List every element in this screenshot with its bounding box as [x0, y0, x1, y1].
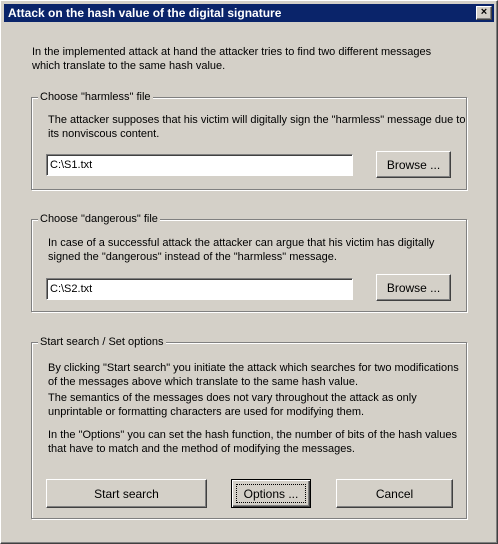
window-title: Attack on the hash value of the digital … — [8, 6, 282, 20]
close-icon: × — [480, 6, 488, 18]
title-bar[interactable]: Attack on the hash value of the digital … — [4, 4, 494, 22]
harmless-browse-label: Browse ... — [386, 157, 441, 172]
search-paragraph-1: By clicking "Start search" you initiate … — [48, 361, 459, 389]
dangerous-browse-label: Browse ... — [386, 280, 441, 295]
harmless-browse-button[interactable]: Browse ... — [376, 151, 451, 178]
options-button[interactable]: Options ... — [231, 479, 311, 508]
search-group-label: Start search / Set options — [38, 335, 166, 349]
cancel-label: Cancel — [375, 486, 414, 501]
search-paragraph-2: The semantics of the messages does not v… — [48, 391, 417, 419]
harmless-group-label: Choose "harmless" file — [38, 90, 153, 104]
harmless-desc-line-1: The attacker supposes that his victim wi… — [48, 114, 466, 126]
dangerous-description: In case of a successful attack the attac… — [48, 236, 434, 264]
search-paragraph-3: In the "Options" you can set the hash fu… — [48, 428, 457, 456]
cancel-button[interactable]: Cancel — [336, 479, 453, 508]
dangerous-desc-line-1: In case of a successful attack the attac… — [48, 237, 435, 249]
dangerous-desc-line-2: signed the "dangerous" instead of the "h… — [48, 251, 337, 263]
search-p1-line-1: By clicking "Start search" you initiate … — [48, 362, 459, 374]
options-label: Options ... — [243, 486, 299, 501]
search-p3-line-1: In the "Options" you can set the hash fu… — [48, 429, 457, 441]
search-options-group: Start search / Set options By clicking "… — [31, 335, 467, 519]
intro-text: In the implemented attack at hand the at… — [32, 45, 431, 73]
harmless-description: The attacker supposes that his victim wi… — [48, 113, 465, 141]
harmless-desc-line-2: its nonviscous content. — [48, 128, 160, 140]
harmless-file-input[interactable] — [46, 154, 353, 176]
start-search-label: Start search — [94, 486, 159, 501]
dangerous-group: Choose "dangerous" file In case of a suc… — [31, 212, 467, 312]
dialog-window: Attack on the hash value of the digital … — [0, 0, 498, 544]
dangerous-group-label: Choose "dangerous" file — [38, 212, 160, 226]
intro-line-2: which translate to the same hash value. — [32, 60, 226, 72]
harmless-group: Choose "harmless" file The attacker supp… — [31, 90, 467, 190]
intro-line-1: In the implemented attack at hand the at… — [32, 46, 432, 58]
search-p2-line-2: unprintable or formatting characters are… — [48, 406, 365, 418]
search-p3-line-2: that have to match and the method of mod… — [48, 443, 355, 455]
search-p1-line-2: of the messages above which translate to… — [48, 376, 359, 388]
search-p2-line-1: The semantics of the messages does not v… — [48, 392, 417, 404]
close-button[interactable]: × — [476, 6, 492, 20]
dangerous-file-input[interactable] — [46, 278, 353, 300]
dangerous-browse-button[interactable]: Browse ... — [376, 274, 451, 301]
start-search-button[interactable]: Start search — [46, 479, 207, 508]
